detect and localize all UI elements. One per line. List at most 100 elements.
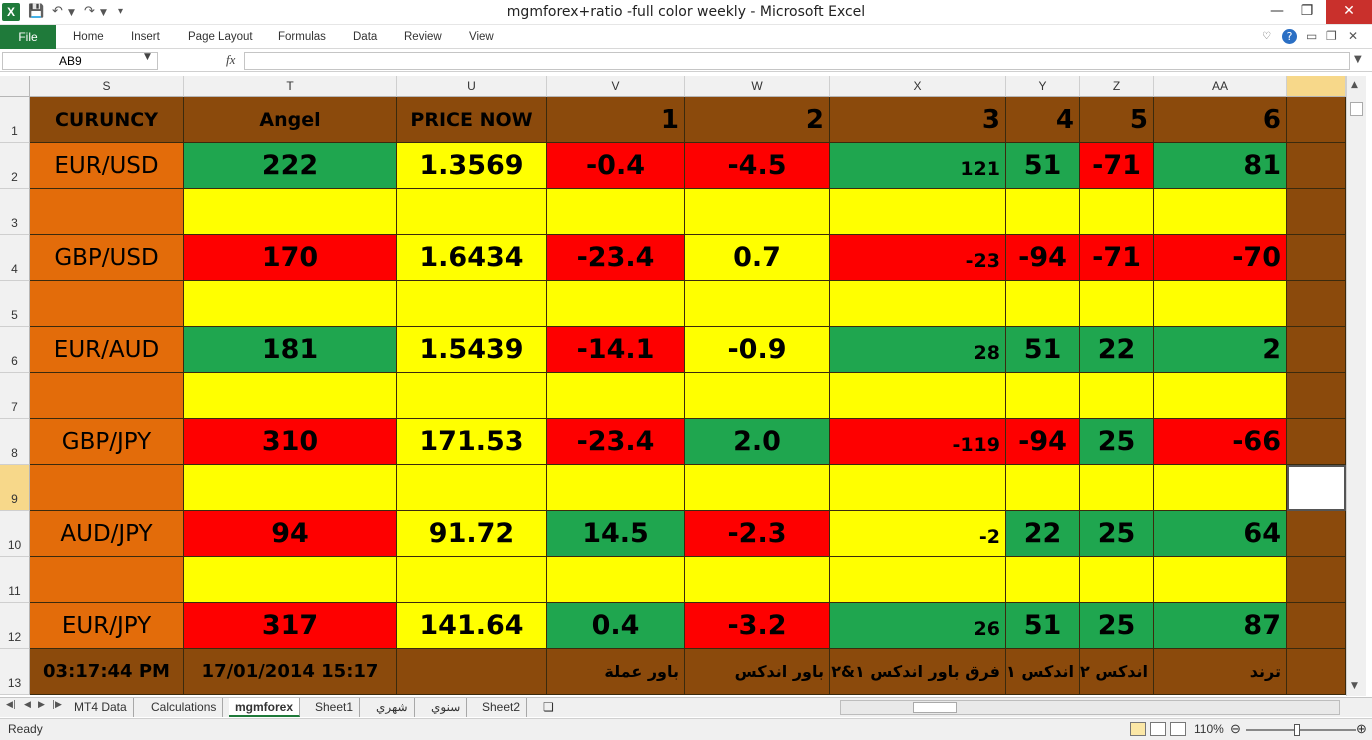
workbook-restore-icon[interactable]: ❐ bbox=[1326, 29, 1337, 43]
column-header-ab[interactable] bbox=[1287, 76, 1346, 97]
first-sheet-icon[interactable]: ◀| bbox=[6, 700, 16, 710]
angel-cell[interactable]: 170 bbox=[184, 235, 397, 281]
cell-ab[interactable] bbox=[1287, 603, 1346, 649]
tab-review[interactable]: Review bbox=[404, 25, 442, 49]
empty-cell[interactable] bbox=[1154, 557, 1287, 603]
empty-cell[interactable] bbox=[1154, 465, 1287, 511]
page-layout-view-icon[interactable] bbox=[1150, 722, 1166, 736]
zoom-out-icon[interactable]: ⊖ bbox=[1230, 721, 1241, 737]
column-header-s[interactable]: S bbox=[30, 76, 184, 97]
value-cell-y[interactable]: 51 bbox=[1006, 327, 1080, 373]
column-header-aa[interactable]: AA bbox=[1154, 76, 1287, 97]
value-cell-w[interactable]: 0.7 bbox=[685, 235, 830, 281]
empty-cell[interactable] bbox=[184, 189, 397, 235]
value-cell-z[interactable]: 25 bbox=[1080, 511, 1154, 557]
insert-function-icon[interactable]: fx bbox=[226, 52, 235, 68]
tab-file[interactable]: File bbox=[0, 25, 56, 49]
select-all-corner[interactable] bbox=[0, 76, 30, 97]
horizontal-scrollbar[interactable] bbox=[840, 700, 1340, 715]
tab-home[interactable]: Home bbox=[73, 25, 104, 49]
row-header[interactable]: 13 bbox=[0, 649, 30, 695]
sheet-tab-sheet2[interactable]: Sheet2 bbox=[476, 698, 528, 717]
header-cell-2[interactable]: 2 bbox=[685, 97, 830, 143]
price-cell[interactable]: 1.6434 bbox=[397, 235, 547, 281]
tab-page-layout[interactable]: Page Layout bbox=[188, 25, 253, 49]
empty-cell[interactable] bbox=[685, 465, 830, 511]
value-cell-z[interactable]: -71 bbox=[1080, 143, 1154, 189]
empty-cell[interactable] bbox=[547, 373, 685, 419]
label-cell-y[interactable]: اندكس ١ bbox=[1006, 649, 1080, 695]
empty-cell[interactable] bbox=[1154, 281, 1287, 327]
zoom-in-icon[interactable]: ⊕ bbox=[1356, 721, 1367, 737]
row-header[interactable]: 11 bbox=[0, 557, 30, 603]
value-cell-z[interactable]: 22 bbox=[1080, 327, 1154, 373]
row-header[interactable]: 7 bbox=[0, 373, 30, 419]
currency-cell[interactable] bbox=[30, 373, 184, 419]
value-cell-x[interactable]: -119 bbox=[830, 419, 1006, 465]
tab-data[interactable]: Data bbox=[353, 25, 377, 49]
label-cell-z[interactable]: اندكس ٢ bbox=[1080, 649, 1154, 695]
header-cell-angel[interactable]: Angel bbox=[184, 97, 397, 143]
currency-cell[interactable] bbox=[30, 281, 184, 327]
empty-cell[interactable] bbox=[1006, 465, 1080, 511]
cell-ab[interactable] bbox=[1287, 649, 1346, 695]
zoom-slider[interactable] bbox=[1246, 729, 1356, 731]
value-cell-aa[interactable]: 81 bbox=[1154, 143, 1287, 189]
empty-cell[interactable] bbox=[547, 281, 685, 327]
workbook-minimize-icon[interactable]: ▭ bbox=[1306, 29, 1317, 43]
column-header-y[interactable]: Y bbox=[1006, 76, 1080, 97]
label-cell-aa[interactable]: ترند bbox=[1154, 649, 1287, 695]
empty-cell[interactable] bbox=[685, 557, 830, 603]
column-header-x[interactable]: X bbox=[830, 76, 1006, 97]
header-cell-4[interactable]: 4 bbox=[1006, 97, 1080, 143]
cell-ab[interactable] bbox=[1287, 557, 1346, 603]
row-header[interactable]: 8 bbox=[0, 419, 30, 465]
value-cell-aa[interactable]: 87 bbox=[1154, 603, 1287, 649]
empty-cell[interactable] bbox=[1080, 557, 1154, 603]
value-cell-v[interactable]: 0.4 bbox=[547, 603, 685, 649]
label-cell-x[interactable]: فرق باور اندكس ١&٢ bbox=[830, 649, 1006, 695]
row-header[interactable]: 10 bbox=[0, 511, 30, 557]
tab-view[interactable]: View bbox=[469, 25, 494, 49]
header-cell-price-now[interactable]: PRICE NOW bbox=[397, 97, 547, 143]
header-cell-currency[interactable]: CURUNCY bbox=[30, 97, 184, 143]
label-cell-w[interactable]: باور اندكس bbox=[685, 649, 830, 695]
price-cell[interactable]: 141.64 bbox=[397, 603, 547, 649]
horizontal-scroll-thumb[interactable] bbox=[913, 702, 957, 713]
minimize-button[interactable]: — bbox=[1262, 0, 1292, 24]
value-cell-x[interactable]: 26 bbox=[830, 603, 1006, 649]
angel-cell[interactable]: 222 bbox=[184, 143, 397, 189]
value-cell-v[interactable]: -23.4 bbox=[547, 419, 685, 465]
value-cell-w[interactable]: 2.0 bbox=[685, 419, 830, 465]
value-cell-y[interactable]: 51 bbox=[1006, 143, 1080, 189]
price-cell[interactable]: 1.5439 bbox=[397, 327, 547, 373]
value-cell-v[interactable]: 14.5 bbox=[547, 511, 685, 557]
empty-cell[interactable] bbox=[184, 557, 397, 603]
column-header-t[interactable]: T bbox=[184, 76, 397, 97]
sheet-tab-mt4-data[interactable]: MT4 Data bbox=[68, 698, 134, 717]
empty-cell[interactable] bbox=[397, 465, 547, 511]
empty-cell[interactable] bbox=[1006, 557, 1080, 603]
empty-cell[interactable] bbox=[1080, 465, 1154, 511]
currency-cell[interactable]: GBP/JPY bbox=[30, 419, 184, 465]
empty-cell[interactable] bbox=[830, 189, 1006, 235]
value-cell-z[interactable]: 25 bbox=[1080, 603, 1154, 649]
insert-sheet-icon[interactable]: ❏ bbox=[537, 698, 560, 717]
page-break-preview-icon[interactable] bbox=[1170, 722, 1186, 736]
empty-cell[interactable] bbox=[397, 373, 547, 419]
angel-cell[interactable]: 181 bbox=[184, 327, 397, 373]
empty-cell[interactable] bbox=[830, 465, 1006, 511]
value-cell-x[interactable]: 28 bbox=[830, 327, 1006, 373]
name-box-dropdown-icon[interactable]: ▼ bbox=[144, 52, 151, 62]
header-cell-6[interactable]: 6 bbox=[1154, 97, 1287, 143]
empty-cell[interactable] bbox=[547, 189, 685, 235]
value-cell-y[interactable]: -94 bbox=[1006, 235, 1080, 281]
value-cell-x[interactable]: 121 bbox=[830, 143, 1006, 189]
value-cell-aa[interactable]: 64 bbox=[1154, 511, 1287, 557]
row-header[interactable]: 3 bbox=[0, 189, 30, 235]
empty-cell[interactable] bbox=[547, 557, 685, 603]
zoom-level[interactable]: 110% bbox=[1194, 722, 1224, 736]
currency-cell[interactable]: AUD/JPY bbox=[30, 511, 184, 557]
zoom-slider-thumb[interactable] bbox=[1294, 724, 1300, 736]
empty-cell[interactable] bbox=[397, 557, 547, 603]
